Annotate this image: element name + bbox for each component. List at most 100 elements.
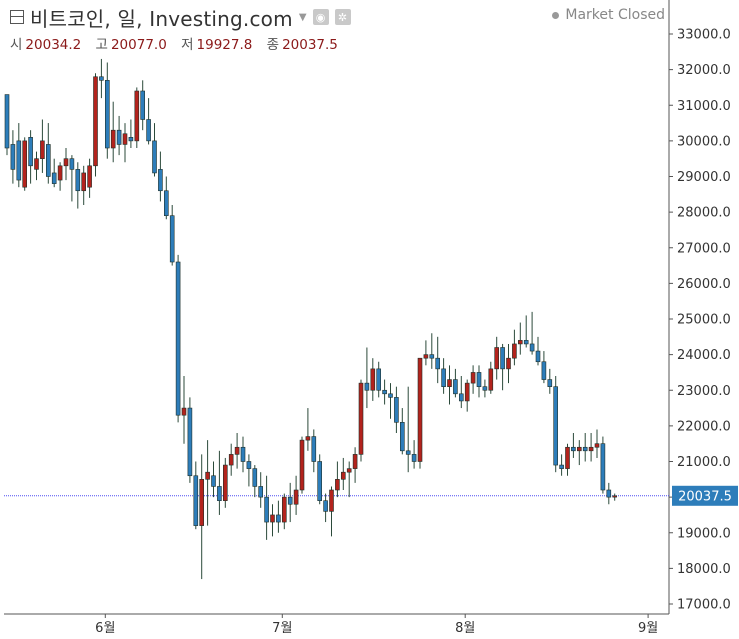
candle (87, 158, 92, 198)
candle-body-down (411, 454, 417, 462)
candlestick-chart[interactable]: 17000.018000.019000.020000.021000.022000… (0, 0, 739, 639)
x-tick-label: 8월 (455, 621, 475, 636)
candle (346, 461, 352, 498)
candle (217, 450, 222, 515)
candle-body-up (22, 140, 28, 188)
x-axis: 6월 7월 8월 9월 (95, 614, 658, 636)
candle-body-down (376, 368, 382, 391)
candle-body-up (228, 454, 234, 466)
y-tick-label: 17000.0 (677, 598, 731, 613)
last-price-label-group: 20037.5 (672, 485, 738, 506)
ohlc-high-value: 20077.0 (110, 37, 167, 53)
layout-icon[interactable] (10, 10, 24, 24)
candle (110, 101, 116, 163)
y-tick-label: 22000.0 (677, 419, 731, 434)
candle (612, 493, 618, 501)
candle-body-down (287, 496, 293, 505)
candle (388, 383, 393, 419)
candle-body-down (246, 461, 252, 469)
candle-body-up (40, 140, 45, 159)
candle-body-down (323, 500, 328, 512)
camera-icon[interactable]: ◉ (312, 9, 329, 25)
candle (293, 475, 299, 515)
candle (506, 343, 511, 384)
candle-body-up (370, 368, 376, 391)
y-tick-label: 33000.0 (677, 28, 731, 43)
candle-body-up (565, 446, 570, 469)
candle (158, 151, 163, 202)
candle-body-up (299, 439, 305, 491)
candle (75, 162, 81, 209)
candle (588, 433, 594, 462)
candle-body-down (482, 386, 488, 391)
y-tick-label: 27000.0 (677, 241, 731, 256)
candle (470, 365, 476, 394)
candle-body-up (612, 495, 618, 498)
candle (146, 98, 151, 145)
candle (517, 322, 523, 355)
candle-body-down (240, 446, 246, 462)
candle-body-down (252, 468, 258, 487)
gear-icon[interactable]: ✲ (334, 9, 351, 25)
candle-body-down (105, 80, 110, 149)
candle (140, 80, 145, 131)
candle-body-down (264, 496, 269, 523)
candle (63, 148, 69, 181)
candle-body-down (276, 514, 281, 523)
candle (423, 340, 429, 366)
candle (51, 158, 57, 188)
candle-body-up (576, 446, 582, 452)
last-price-label: 20037.5 (678, 489, 732, 504)
candle-body-down (453, 379, 458, 395)
candle (81, 165, 86, 205)
candle-body-down (476, 372, 482, 387)
ohlc-close-key: 종 (266, 37, 280, 53)
candle (40, 119, 45, 173)
candle (453, 368, 458, 398)
ohlc-low-value: 19927.8 (196, 37, 253, 53)
candle (441, 358, 446, 394)
candle-body-down (211, 475, 216, 487)
candle (264, 475, 269, 540)
candle (228, 443, 234, 476)
ohlc-close-value: 20037.5 (282, 37, 338, 53)
candle-body-down (500, 347, 505, 370)
candle (199, 454, 204, 580)
candle (571, 433, 576, 458)
candle-body-up (464, 382, 470, 402)
market-status: Market Closed (552, 7, 665, 23)
candle (435, 336, 441, 384)
candle (382, 379, 387, 405)
candle-body-up (223, 464, 228, 501)
candle (276, 500, 281, 533)
candle-body-up (352, 454, 358, 469)
candle-body-up (517, 340, 523, 345)
y-tick-label: 26000.0 (677, 277, 731, 292)
y-tick-label: 23000.0 (677, 384, 731, 399)
candle-body-down (146, 119, 151, 142)
candle (205, 440, 210, 526)
candle-body-down (311, 436, 317, 462)
candle (34, 151, 39, 181)
ohlc-legend: 시 20034.2 고 20077.0 저 19927.8 종 20037.5 (10, 33, 348, 53)
candle (553, 376, 559, 473)
candle-body-down (175, 261, 181, 416)
candle (582, 433, 588, 462)
candle-body-down (75, 169, 81, 192)
candle-body-up (110, 129, 116, 149)
candle (494, 336, 500, 380)
candle-body-up (340, 471, 346, 480)
candle (523, 315, 529, 348)
candle-body-up (447, 379, 452, 387)
candle-body-down (429, 354, 435, 359)
candle-body-down (582, 446, 588, 452)
candle (376, 361, 382, 398)
candle-body-down (164, 190, 169, 216)
candle-body-down (547, 379, 553, 387)
candle-body-down (116, 129, 122, 145)
candle (105, 62, 110, 159)
chevron-down-icon[interactable]: ▼ (299, 12, 307, 23)
candle (169, 205, 175, 266)
candle (28, 130, 33, 184)
candle-body-up (281, 496, 287, 523)
